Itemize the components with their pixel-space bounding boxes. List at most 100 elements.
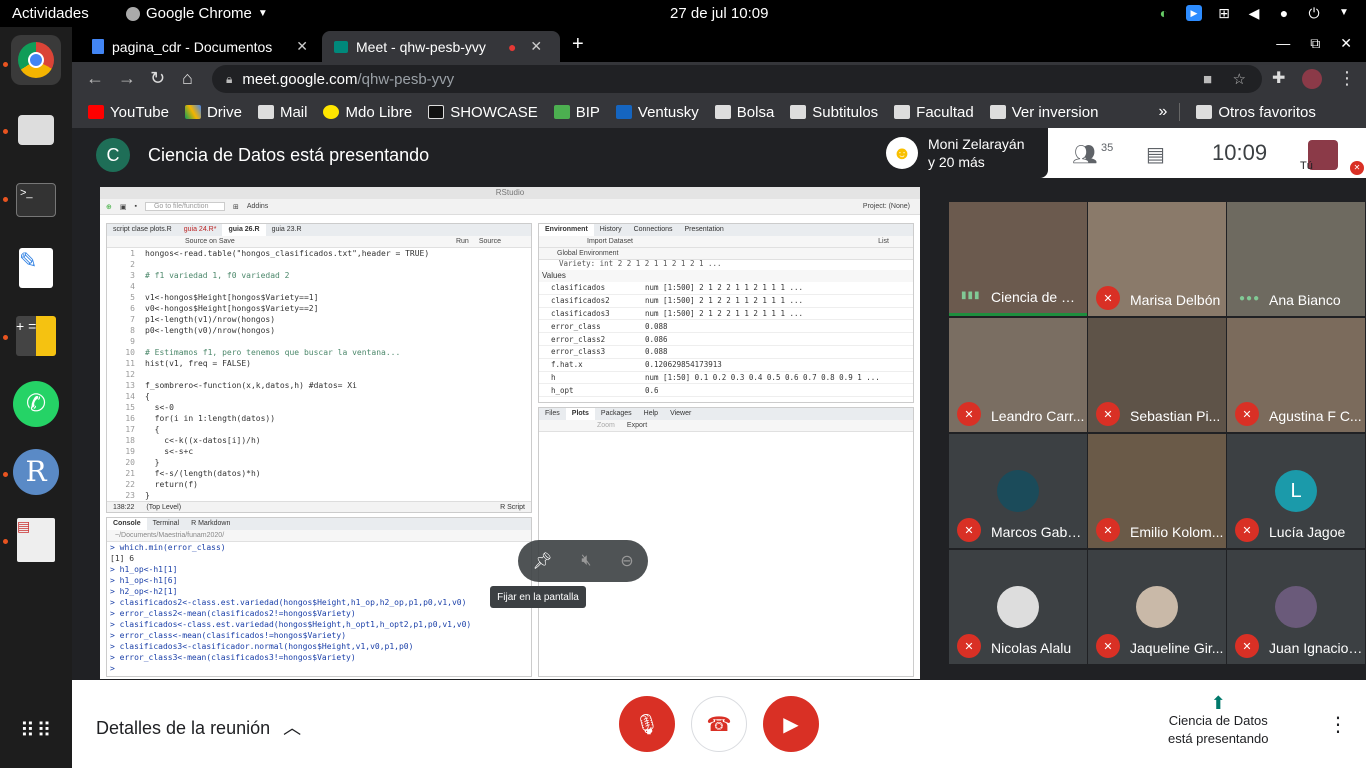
- bookmark-other[interactable]: Otros favoritos: [1196, 104, 1316, 121]
- remove-icon[interactable]: ⊖: [620, 551, 633, 571]
- bookmark-showcase[interactable]: SHOWCASE: [428, 104, 538, 121]
- export-button[interactable]: Export: [627, 420, 647, 431]
- console-output[interactable]: > which.min(error_class) [1] 6 > h1_op<-h1…: [107, 542, 531, 674]
- zoom-button[interactable]: Zoom: [597, 420, 615, 431]
- leave-call-button[interactable]: ☎︎: [691, 696, 747, 752]
- people-icon[interactable]: 👥︎: [1072, 142, 1097, 167]
- address-bar[interactable]: 🔒︎ meet.google.com/qhw-pesb-yvy ■ ☆: [212, 65, 1262, 93]
- env-row[interactable]: h_opt 0.6: [539, 384, 913, 398]
- tab-docs[interactable]: pagina_cdr - Documentos ✕: [80, 31, 320, 62]
- env-row[interactable]: h num [1:50] 0.1 0.2 0.3 0.4 0.5 0.6 0.7 …: [539, 372, 913, 385]
- global-env-select[interactable]: Global Environment: [539, 248, 913, 260]
- activities-button[interactable]: Actividades: [12, 5, 89, 22]
- source-on-save-checkbox[interactable]: Source on Save: [185, 236, 235, 247]
- bookmark-mdo-libre[interactable]: Mdo Libre: [323, 104, 412, 121]
- env-row[interactable]: f.hat.x 0.120629854173913: [539, 359, 913, 372]
- bookmark-bolsa[interactable]: Bolsa: [714, 104, 774, 121]
- participant-tile[interactable]: ▮▮▮ Ciencia de Da...: [949, 202, 1087, 316]
- participant-tile[interactable]: ●●● Ana Bianco: [1227, 202, 1365, 316]
- reload-icon[interactable]: ↻: [150, 68, 165, 89]
- bookmark-facultad[interactable]: Facultad: [894, 104, 974, 121]
- forward-icon[interactable]: →: [118, 68, 136, 89]
- save-icon[interactable]: ▪: [135, 203, 137, 210]
- new-tab-button[interactable]: +: [572, 33, 584, 56]
- document-viewer-dock-icon[interactable]: ▤: [11, 515, 61, 565]
- open-file-icon[interactable]: ▣: [120, 203, 127, 211]
- chat-icon[interactable]: ▤: [1146, 142, 1165, 167]
- tab-environment[interactable]: Environment: [539, 224, 594, 236]
- tab-packages[interactable]: Packages: [595, 408, 638, 420]
- file-type[interactable]: R Script: [500, 502, 525, 512]
- app-menu[interactable]: Google Chrome ▼: [126, 5, 268, 22]
- run-button[interactable]: Run: [456, 236, 469, 247]
- camera-indicator-icon[interactable]: ■: [1203, 71, 1212, 88]
- tab-files[interactable]: Files: [539, 408, 566, 420]
- participant-tile[interactable]: L ✕ Lucía Jagoe: [1227, 434, 1365, 548]
- minimize-icon[interactable]: —: [1276, 35, 1290, 52]
- editor-tab[interactable]: guia 23.R: [266, 224, 308, 236]
- tab-history[interactable]: History: [594, 224, 628, 236]
- tab-console[interactable]: Console: [107, 518, 147, 530]
- participant-tile[interactable]: ✕ Sebastian Pi...: [1088, 318, 1226, 432]
- star-icon[interactable]: ☆: [1233, 70, 1246, 88]
- participant-tile[interactable]: ✕ Leandro Carr...: [949, 318, 1087, 432]
- whatsapp-dock-icon[interactable]: ✆: [11, 379, 61, 429]
- more-bookmarks-button[interactable]: »: [1158, 103, 1167, 121]
- tab-presentation[interactable]: Presentation: [679, 224, 730, 236]
- env-row[interactable]: clasificados2 num [1:500] 2 1 2 2 1 1 2 1…: [539, 295, 913, 308]
- home-icon[interactable]: ⌂: [182, 68, 193, 89]
- close-icon[interactable]: ✕: [530, 38, 542, 55]
- close-window-icon[interactable]: ✕: [1340, 35, 1352, 52]
- tab-help[interactable]: Help: [638, 408, 664, 420]
- tab-connections[interactable]: Connections: [628, 224, 679, 236]
- maximize-icon[interactable]: ⧉: [1310, 35, 1320, 52]
- code-editor[interactable]: 1 hongos<-read.table("hongos_clasificados…: [107, 248, 531, 501]
- project-menu[interactable]: Project: (None): [863, 203, 910, 210]
- grid-icon[interactable]: ⊞: [233, 203, 239, 211]
- show-applications-icon[interactable]: ⠿⠿: [20, 718, 53, 743]
- calculator-dock-icon[interactable]: + =: [11, 311, 61, 361]
- close-icon[interactable]: ✕: [296, 38, 308, 55]
- bookmark-ventusky[interactable]: Ventusky: [615, 104, 699, 121]
- bookmark-youtube[interactable]: YouTube: [88, 104, 169, 121]
- participant-tile[interactable]: ✕ Emilio Kolom...: [1088, 434, 1226, 548]
- camera-toggle-button[interactable]: ▶: [763, 696, 819, 752]
- bookmark-ver-inversion[interactable]: Ver inversion: [989, 104, 1098, 121]
- tab-rmarkdown[interactable]: R Markdown: [185, 518, 236, 530]
- bookmark-bip[interactable]: BIP: [553, 104, 600, 121]
- more-options-icon[interactable]: ⋮: [1328, 712, 1348, 737]
- active-speaker-pill[interactable]: ☻ Moni Zelarayán y 20 más: [876, 128, 1048, 178]
- scope-label[interactable]: (Top Level): [146, 502, 181, 512]
- r-dock-icon[interactable]: R: [11, 447, 61, 497]
- goto-input[interactable]: Go to file/function: [144, 202, 225, 211]
- participant-tile[interactable]: ✕ Marcos Gabri...: [949, 434, 1087, 548]
- extensions-icon[interactable]: ✚: [1272, 68, 1285, 88]
- pin-icon[interactable]: 📌︎: [532, 551, 552, 571]
- system-clock[interactable]: 27 de jul 10:09: [670, 5, 768, 22]
- files-dock-icon[interactable]: [11, 105, 61, 155]
- participant-tile[interactable]: ✕ Agustina F C...: [1227, 318, 1365, 432]
- menu-icon[interactable]: ⋮: [1338, 68, 1356, 89]
- participant-tile[interactable]: ✕ Juan Ignacio ...: [1227, 550, 1365, 664]
- tab-meet[interactable]: Meet - qhw-pesb-yvy ● ✕: [322, 31, 560, 62]
- bookmark-mail[interactable]: Mail: [257, 104, 307, 121]
- editor-tab-active[interactable]: guia 26.R: [222, 224, 266, 236]
- terminal-dock-icon[interactable]: >_: [11, 175, 61, 225]
- mute-presentation-icon[interactable]: 🔇︎: [581, 552, 591, 570]
- editor-tab[interactable]: script clase plots.R: [107, 224, 178, 236]
- participant-tile[interactable]: ✕ Marisa Delbón: [1088, 202, 1226, 316]
- new-file-icon[interactable]: ⊕: [106, 203, 112, 211]
- meeting-details-button[interactable]: Detalles de la reunión ︿: [96, 714, 301, 740]
- participant-tile[interactable]: ✕ Jaqueline Gir...: [1088, 550, 1226, 664]
- tab-plots[interactable]: Plots: [565, 408, 595, 420]
- env-row[interactable]: clasificados3 num [1:500] 2 1 2 2 1 1 2 1…: [539, 308, 913, 321]
- present-status[interactable]: ⬆ Ciencia de Datos está presentando: [1168, 694, 1268, 748]
- env-row[interactable]: error_class3 0.088: [539, 346, 913, 359]
- editor-tab[interactable]: guia 24.R*: [178, 224, 223, 236]
- import-dataset-button[interactable]: Import Dataset: [587, 236, 633, 247]
- participant-tile[interactable]: ✕ Nicolas Alalu: [949, 550, 1087, 664]
- tab-viewer[interactable]: Viewer: [664, 408, 697, 420]
- system-tray[interactable]: ◐ ▶ ⊞ ◀ ● ⏻ ▼: [1156, 5, 1352, 21]
- chrome-dock-icon[interactable]: [11, 35, 61, 85]
- source-button[interactable]: Source: [479, 236, 501, 247]
